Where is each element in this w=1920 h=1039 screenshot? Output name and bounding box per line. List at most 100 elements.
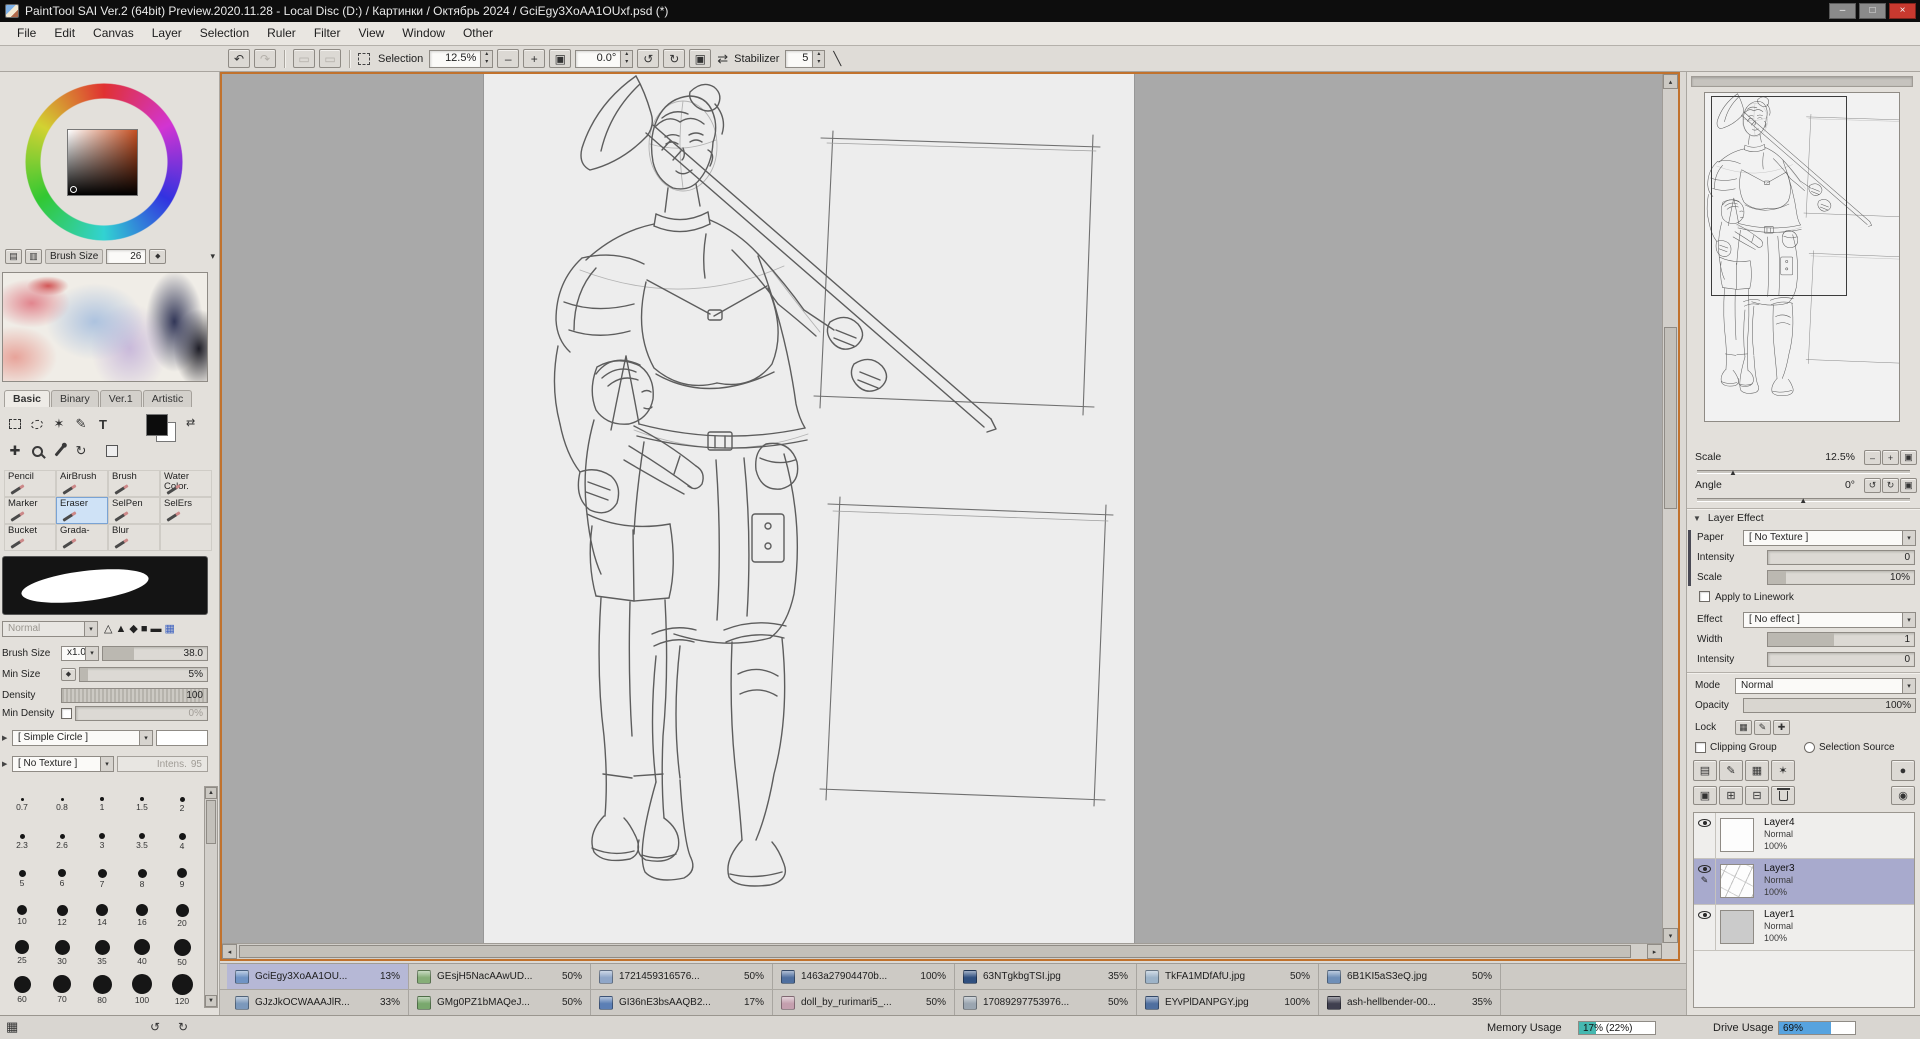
brush-size-preset[interactable]: 40 — [122, 934, 162, 971]
expand-icon[interactable]: ▶ — [2, 734, 9, 742]
file-tab[interactable]: 17089297753976... 50% — [955, 990, 1137, 1015]
rotate-ccw-button[interactable]: ↺ — [637, 49, 660, 68]
brush-size-preset[interactable]: 1 — [82, 786, 122, 823]
layer-row[interactable]: ✎ Layer1 Normal 100% — [1694, 905, 1914, 951]
special-selection-icon[interactable] — [106, 445, 118, 457]
brush-size-slider[interactable]: 38.0 — [102, 645, 208, 661]
brush-size-preset[interactable]: 2.6 — [42, 823, 82, 860]
layer-effect-header[interactable]: ▼ Layer Effect — [1693, 512, 1764, 524]
effect-dropdown[interactable]: [ No effect ] ▾ — [1743, 612, 1916, 628]
color-swatches[interactable] — [146, 414, 180, 444]
swap-colors-icon[interactable]: ⇄ — [186, 416, 195, 429]
blend-mode-dropdown[interactable]: Normal ▾ — [1735, 678, 1916, 694]
layer-row[interactable]: ✎ Layer4 Normal 100% — [1694, 813, 1914, 859]
menu-item[interactable]: Filter — [305, 22, 350, 45]
lasso-tool-icon[interactable] — [26, 413, 48, 435]
delete-layer-button[interactable] — [1771, 786, 1795, 805]
file-tab[interactable]: doll_by_rurimari5_... 50% — [773, 990, 955, 1015]
brush-size-preset[interactable]: 16 — [122, 897, 162, 934]
file-tab[interactable]: GciEgy3XoAA1OU... 13% — [227, 964, 409, 989]
zoom-combo[interactable]: 12.5% ▴ ▾ — [429, 49, 494, 68]
layer-visibility-icon[interactable] — [1698, 819, 1711, 827]
deselect-button[interactable]: ▭ — [293, 49, 315, 68]
collapse-icon[interactable]: ▼ — [1693, 514, 1701, 523]
brush-size-preset[interactable]: 30 — [42, 934, 82, 971]
brush-shape-swatch[interactable] — [156, 730, 208, 746]
scroll-up-icon[interactable]: ▲ — [205, 787, 217, 799]
color-panel-button-1[interactable]: ▤ — [5, 248, 22, 264]
dropdown-icon[interactable]: ▾ — [84, 622, 97, 636]
brush-size-preset[interactable]: 80 — [82, 971, 122, 1008]
brush-tip-shape-button[interactable]: ▦ — [164, 622, 174, 636]
lock-toggle-button[interactable]: ▦ — [1735, 720, 1752, 735]
min-size-graph-button[interactable]: ◆ — [61, 667, 76, 681]
scroll-right-icon[interactable]: ▸ — [1647, 944, 1662, 959]
eyedropper-tool-icon[interactable] — [48, 440, 70, 462]
maximize-button[interactable]: □ — [1859, 3, 1886, 19]
layer-mask-button[interactable]: ● — [1891, 760, 1915, 781]
history-redo-icon[interactable]: ↻ — [178, 1020, 188, 1034]
menu-item[interactable]: Layer — [143, 22, 191, 45]
grid-icon[interactable]: ▦ — [6, 1020, 20, 1034]
vertical-scroll-thumb[interactable] — [1664, 327, 1677, 509]
angle-combo[interactable]: 0.0° ▴ ▾ — [575, 49, 634, 68]
brush-tip-shape-button[interactable]: ◆ — [129, 622, 137, 636]
file-tab[interactable]: GJzJkOCWAAAJlR... 33% — [227, 990, 409, 1015]
brush-size-preset[interactable]: 6 — [42, 860, 82, 897]
effect-intensity-slider[interactable]: 0 — [1767, 652, 1915, 667]
layer-thumbnail[interactable] — [1720, 910, 1754, 944]
brush-size-preset[interactable]: 120 — [162, 971, 202, 1008]
menu-item[interactable]: View — [349, 22, 393, 45]
scale-minus-button[interactable]: – — [1864, 450, 1881, 465]
min-size-slider[interactable]: 5% — [79, 666, 208, 682]
horizontal-scroll-thumb[interactable] — [239, 945, 1631, 958]
angle-reset-button[interactable]: ▣ — [1900, 478, 1917, 493]
layer-edit-button[interactable]: ▣ — [1693, 786, 1717, 805]
stabilizer-value[interactable]: 5 — [785, 49, 814, 68]
tool-button[interactable]: SelPen — [108, 497, 160, 524]
layer-edit-button[interactable]: ⊟ — [1745, 786, 1769, 805]
rotate-view-tool-icon[interactable]: ↻ — [70, 440, 92, 462]
quick-brush-size-value[interactable]: 26 — [106, 248, 147, 264]
brush-shape-dropdown[interactable]: [ Simple Circle ] ▾ — [12, 730, 153, 746]
opacity-slider[interactable]: 100% — [1743, 698, 1916, 713]
scale-plus-button[interactable]: + — [1882, 450, 1899, 465]
layer-create-button[interactable]: ✶ — [1771, 760, 1795, 781]
redo-button[interactable]: ↷ — [254, 49, 276, 68]
file-tab[interactable]: TkFA1MDfAfU.jpg 50% — [1137, 964, 1319, 989]
history-undo-icon[interactable]: ↺ — [150, 1020, 160, 1034]
scale-slider[interactable]: ▲ — [1697, 468, 1910, 477]
menu-item[interactable]: Selection — [191, 22, 258, 45]
canvas-view[interactable]: ▴ ▾ ◂ ▸ — [220, 72, 1680, 961]
layer-visibility-icon[interactable] — [1698, 865, 1711, 873]
zoom-out-button[interactable]: – — [497, 49, 520, 68]
scale-slider-marker[interactable]: ▲ — [1729, 468, 1737, 478]
reselect-button[interactable]: ▭ — [319, 49, 341, 68]
close-button[interactable]: × — [1889, 3, 1916, 19]
layer-visibility-icon[interactable] — [1698, 911, 1711, 919]
color-panel-button-2[interactable]: ▥ — [25, 248, 42, 264]
zoom-reset-button[interactable]: ▣ — [549, 49, 572, 68]
canvas-document[interactable] — [484, 74, 1134, 943]
angle-ccw-button[interactable]: ↺ — [1864, 478, 1881, 493]
layer-row[interactable]: ✎ Layer3 Normal 100% — [1694, 859, 1914, 905]
brush-size-preset[interactable]: 14 — [82, 897, 122, 934]
stabilizer-combo[interactable]: 5 ▴ ▾ — [785, 49, 826, 68]
text-tool-icon[interactable]: T — [92, 413, 114, 435]
lock-toggle-button[interactable]: ✎ — [1754, 720, 1771, 735]
stabilizer-spinner[interactable]: ▴ ▾ — [813, 49, 826, 68]
angle-slider-marker[interactable]: ▲ — [1799, 496, 1807, 506]
tool-button[interactable]: Marker — [4, 497, 56, 524]
rotate-reset-button[interactable]: ▣ — [689, 49, 712, 68]
color-scratchpad[interactable] — [2, 272, 208, 382]
effect-width-slider[interactable]: 1 — [1767, 632, 1915, 647]
brush-size-preset[interactable]: 50 — [162, 934, 202, 971]
foreground-color-swatch[interactable] — [146, 414, 168, 436]
brush-tip-shape-button[interactable]: △ — [104, 622, 112, 636]
navigator-handle[interactable] — [1691, 76, 1913, 87]
tool-button[interactable]: AirBrush — [56, 470, 108, 497]
layer-create-button[interactable]: ▤ — [1693, 760, 1717, 781]
brush-size-preset[interactable]: 10 — [2, 897, 42, 934]
brush-size-preset[interactable]: 7 — [82, 860, 122, 897]
paper-scale-slider[interactable]: 10% — [1767, 570, 1915, 585]
